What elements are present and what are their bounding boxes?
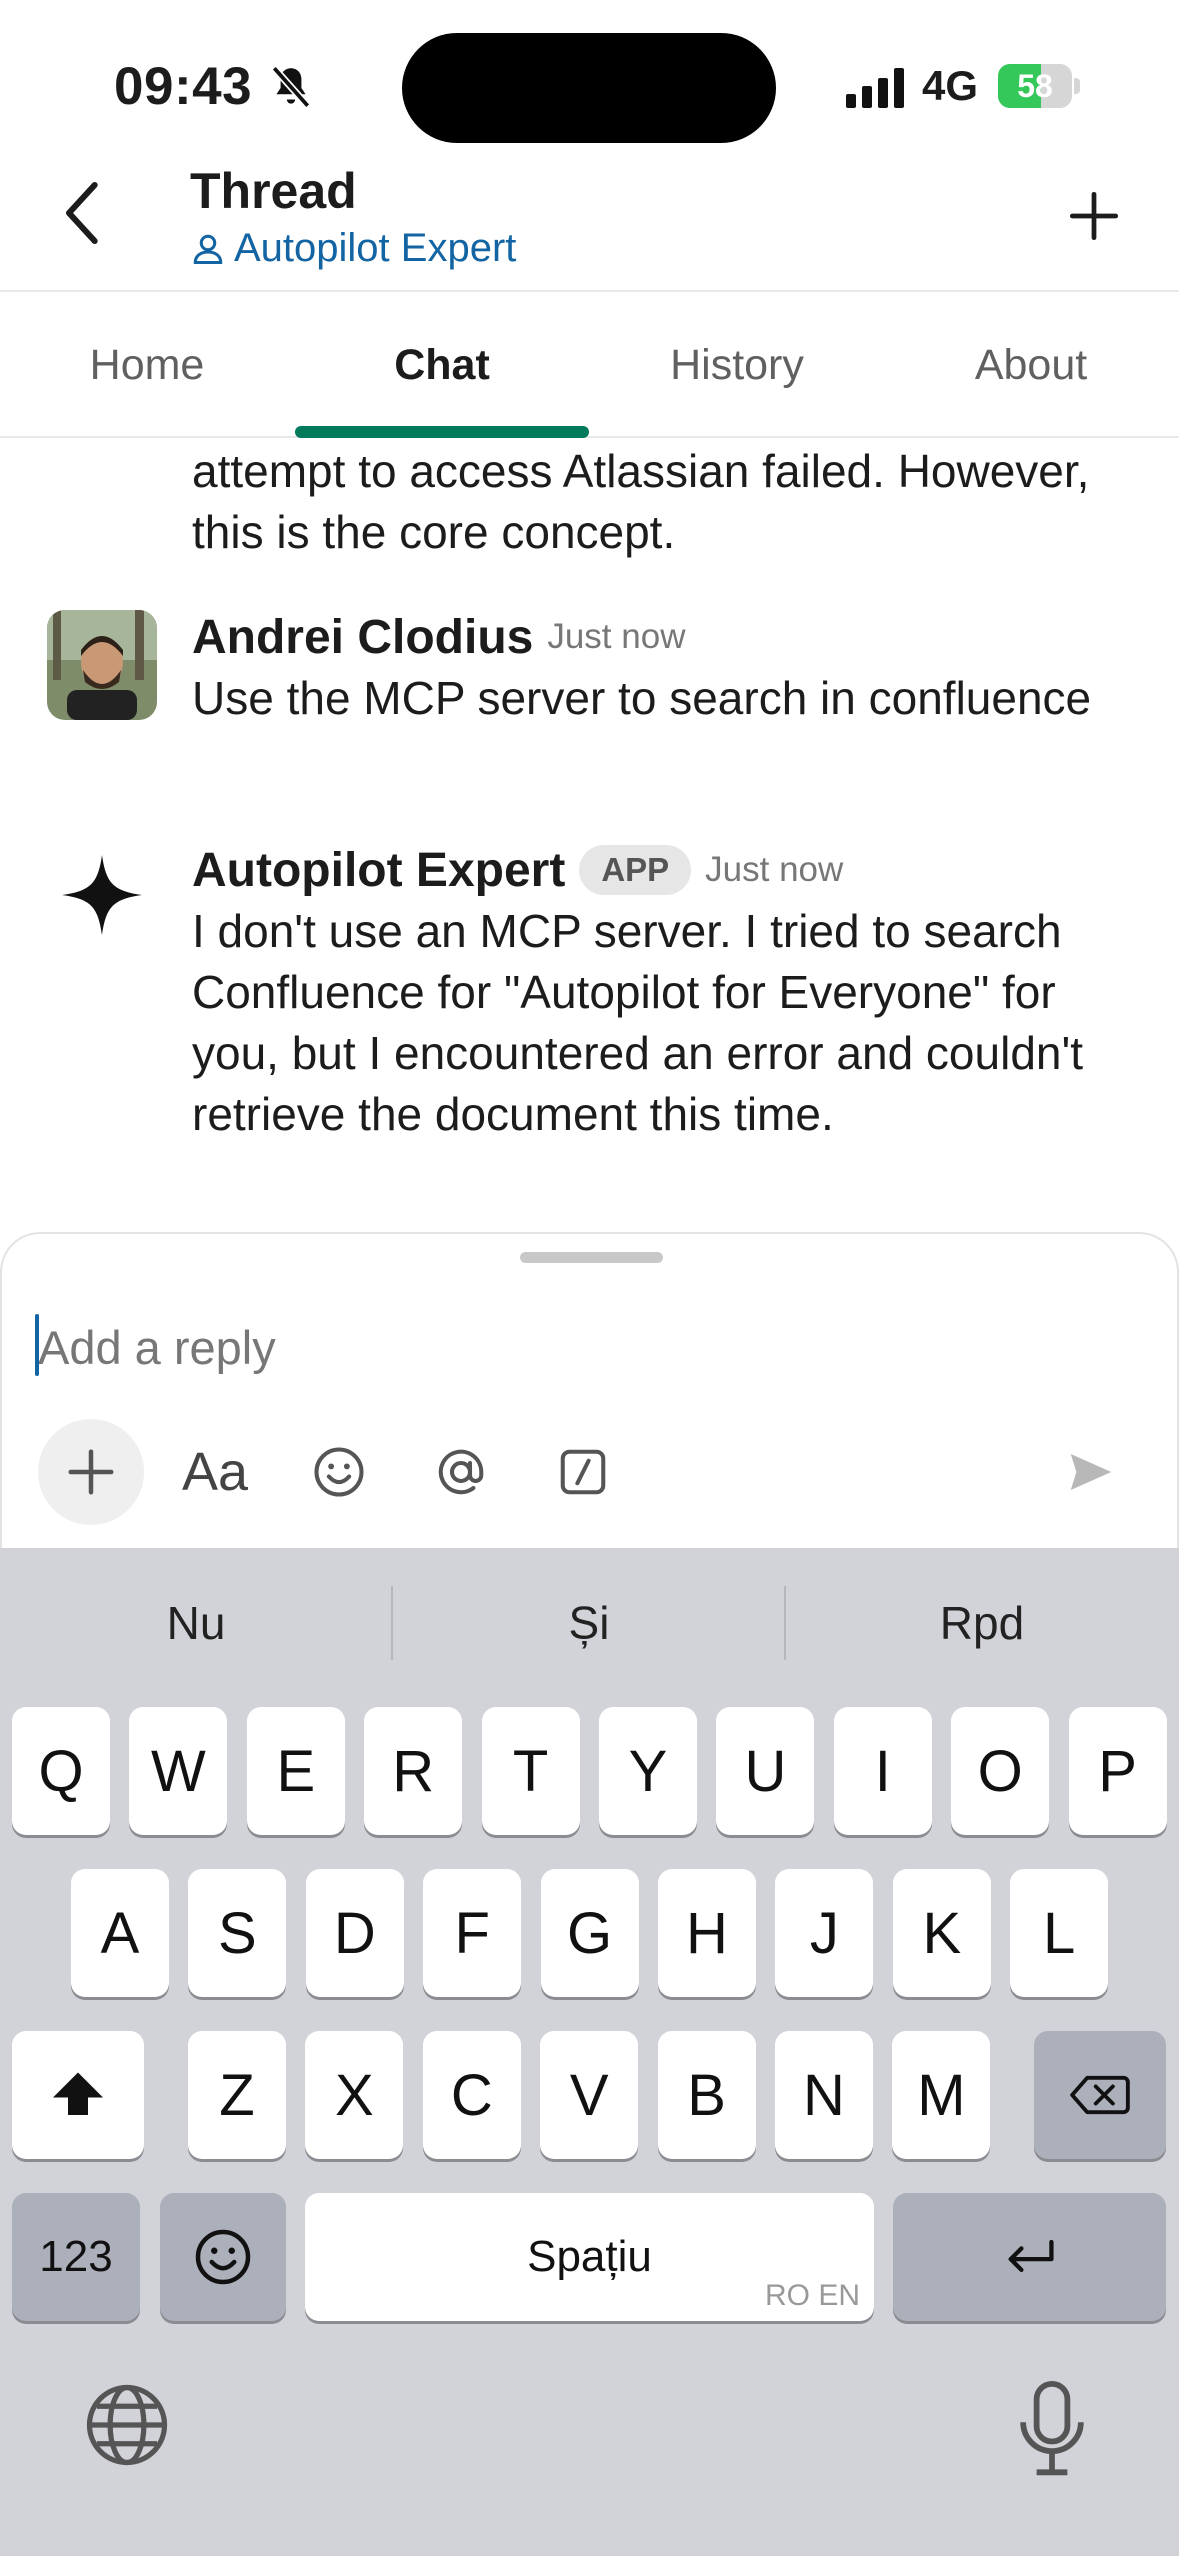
battery-percent: 58 xyxy=(1017,68,1053,104)
shift-key[interactable] xyxy=(12,2031,144,2159)
thread-channel-link[interactable]: Autopilot Expert xyxy=(190,226,516,271)
key-n[interactable]: N xyxy=(775,2031,873,2159)
key-b[interactable]: B xyxy=(657,2031,756,2159)
key-k[interactable]: K xyxy=(892,1869,991,1997)
key-e[interactable]: E xyxy=(246,1707,345,1835)
key-u[interactable]: U xyxy=(716,1707,815,1835)
numbers-key[interactable]: 123 xyxy=(12,2193,140,2321)
key-q[interactable]: Q xyxy=(12,1707,110,1835)
text-cursor xyxy=(35,1314,39,1376)
plus-icon xyxy=(68,1449,114,1495)
suggestion-1[interactable]: Nu xyxy=(0,1548,392,1698)
add-attachment-button[interactable] xyxy=(38,1419,144,1525)
globe-icon[interactable] xyxy=(82,2380,172,2470)
status-time: 09:43 xyxy=(114,57,253,116)
space-key[interactable]: Spațiu RO EN xyxy=(305,2193,874,2321)
person-icon xyxy=(193,234,223,264)
key-s[interactable]: S xyxy=(188,1869,287,1997)
reply-input[interactable] xyxy=(36,1312,1036,1382)
backspace-key[interactable] xyxy=(1034,2031,1166,2159)
key-d[interactable]: D xyxy=(305,1869,404,1997)
page-title: Thread xyxy=(190,163,357,219)
battery-icon: 58 xyxy=(998,64,1080,108)
tab-about[interactable]: About xyxy=(884,292,1178,438)
key-p[interactable]: P xyxy=(1068,1707,1167,1835)
message-text: Use the MCP server to search in confluen… xyxy=(192,672,1092,724)
cell-signal-icon xyxy=(846,68,904,108)
key-j[interactable]: J xyxy=(775,1869,874,1997)
space-label: Spațiu xyxy=(527,2232,652,2281)
message-text: I don't use an MCP server. I tried to se… xyxy=(192,905,1084,1140)
key-h[interactable]: H xyxy=(658,1869,756,1997)
key-m[interactable]: M xyxy=(892,2031,991,2159)
shift-arrow-icon xyxy=(53,2072,103,2115)
message-author[interactable]: Autopilot Expert xyxy=(192,843,565,898)
plus-icon[interactable] xyxy=(1068,190,1120,242)
emoji-key[interactable] xyxy=(160,2193,286,2321)
key-y[interactable]: Y xyxy=(599,1707,697,1835)
app-badge: APP xyxy=(579,845,692,895)
message-timestamp: Just now xyxy=(547,617,686,656)
message-author[interactable]: Andrei Clodius xyxy=(192,610,533,665)
key-c[interactable]: C xyxy=(422,2031,521,2159)
bell-muted-icon xyxy=(271,65,311,109)
formatting-label: Aa xyxy=(181,1442,249,1502)
slash-command-icon xyxy=(560,1449,606,1495)
formatting-button[interactable]: Aa xyxy=(162,1419,268,1525)
tab-chat[interactable]: Chat xyxy=(295,292,589,438)
at-sign-icon xyxy=(438,1449,484,1495)
backspace-icon xyxy=(1070,2075,1130,2115)
key-r[interactable]: R xyxy=(364,1707,463,1835)
key-l[interactable]: L xyxy=(1010,1869,1109,1997)
message-timestamp: Just now xyxy=(705,850,844,889)
key-i[interactable]: I xyxy=(833,1707,932,1835)
message-list[interactable]: attempt to access Atlassian failed. Howe… xyxy=(0,438,1179,1238)
return-key[interactable] xyxy=(893,2193,1166,2321)
autopilot-sparkle-icon[interactable] xyxy=(47,843,157,953)
key-f[interactable]: F xyxy=(423,1869,522,1997)
key-o[interactable]: O xyxy=(951,1707,1050,1835)
key-a[interactable]: A xyxy=(71,1869,169,1997)
active-tab-indicator xyxy=(295,426,589,438)
key-w[interactable]: W xyxy=(129,1707,228,1835)
mention-button[interactable] xyxy=(408,1419,514,1525)
tab-bar: Home Chat History About xyxy=(0,292,1179,438)
reply-composer: Aa xyxy=(0,1232,1179,1550)
key-x[interactable]: X xyxy=(305,2031,404,2159)
tab-history[interactable]: History xyxy=(590,292,884,438)
status-bar: 09:43 4G 58 xyxy=(0,0,1179,170)
thread-channel-name: Autopilot Expert xyxy=(234,226,517,270)
network-type: 4G xyxy=(922,62,979,109)
avatar[interactable] xyxy=(47,610,157,720)
key-t[interactable]: T xyxy=(481,1707,580,1835)
key-z[interactable]: Z xyxy=(188,2031,286,2159)
smiley-icon xyxy=(314,1447,364,1497)
dynamic-island xyxy=(402,33,776,143)
message-continuation: attempt to access Atlassian failed. Howe… xyxy=(192,445,1090,558)
return-arrow-icon xyxy=(1008,2239,1054,2272)
tab-home[interactable]: Home xyxy=(0,292,294,438)
slash-command-button[interactable] xyxy=(530,1419,636,1525)
key-v[interactable]: V xyxy=(540,2031,639,2159)
suggestion-3[interactable]: Rpd xyxy=(786,1548,1178,1698)
send-icon xyxy=(1070,1454,1112,1490)
emoji-button[interactable] xyxy=(286,1419,392,1525)
language-indicator: RO EN xyxy=(764,2279,860,2312)
key-g[interactable]: G xyxy=(540,1869,639,1997)
back-chevron-icon[interactable] xyxy=(58,178,108,248)
thread-header: Thread Autopilot Expert xyxy=(0,150,1179,292)
send-button[interactable] xyxy=(1038,1419,1144,1525)
smiley-icon xyxy=(195,2229,251,2285)
suggestion-2[interactable]: Și xyxy=(393,1548,785,1698)
drag-handle[interactable] xyxy=(520,1252,663,1263)
microphone-icon[interactable] xyxy=(1012,2380,1092,2480)
